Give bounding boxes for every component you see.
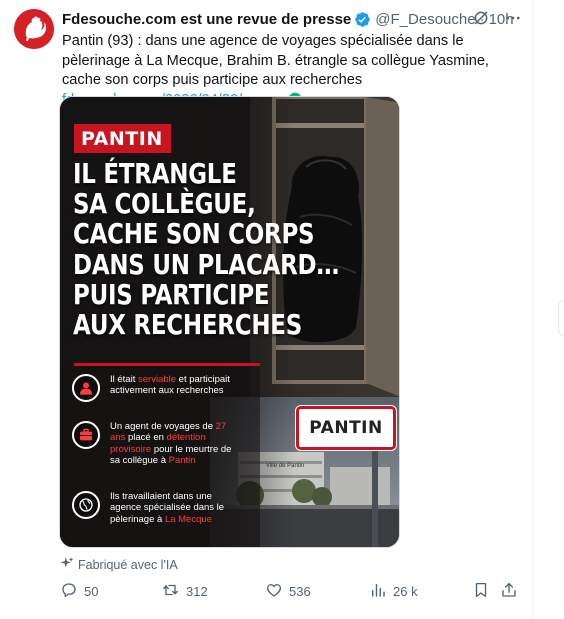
headline-line: PUIS PARTICIPE (73, 277, 270, 311)
person-icon (72, 374, 100, 402)
sign-pole (372, 449, 378, 547)
views-count: 26 k (393, 583, 418, 599)
reply-button[interactable]: 50 (60, 580, 98, 602)
ai-label-text: Fabriqué avec l'IA (78, 557, 178, 572)
like-count: 536 (289, 583, 311, 599)
retweet-count: 312 (186, 583, 208, 599)
media-fact-text: Un agent de voyages de 27 ans placé en d… (110, 421, 240, 467)
fact-highlight: La Mecque (164, 513, 212, 525)
column-divider (532, 0, 533, 619)
tweet-body: Pantin (93) : dans une agence de voyages… (62, 33, 489, 88)
headline-line: AUX RECHERCHES (73, 308, 303, 342)
headline-line: DANS UN PLACARD… (73, 247, 340, 281)
tweet-header: Fdesouche.com est une revue de presse @F… (62, 9, 522, 29)
author-handle[interactable]: @F_Desouche (375, 11, 475, 28)
views-icon (369, 581, 387, 602)
tweet-actions: 50 312 536 26 k (60, 580, 522, 602)
heart-icon (265, 581, 283, 602)
avatar[interactable] (14, 9, 54, 49)
building-sign: Ville de Pantin (265, 463, 305, 469)
share-button[interactable] (500, 580, 518, 602)
briefcase-icon (72, 421, 100, 449)
fact-highlight: serviable (138, 374, 177, 385)
media-fact-2: Un agent de voyages de 27 ans placé en d… (72, 421, 240, 467)
headline-line: IL ÉTRANGLE (73, 157, 237, 190)
more-icon[interactable] (504, 9, 522, 31)
reply-count: 50 (84, 583, 99, 599)
ai-label: Fabriqué avec l'IA (60, 556, 178, 573)
media-fact-1: Il était serviable et participait active… (72, 374, 240, 402)
share-icon (500, 581, 518, 602)
verified-badge-icon (354, 11, 371, 28)
town-sign: PANTIN (296, 406, 396, 450)
media-tag: PANTIN (74, 124, 171, 153)
rooster-logo (14, 9, 54, 49)
globe-icon (72, 491, 100, 519)
sparkle-icon (60, 556, 74, 573)
media-headline: IL ÉTRANGLE SA COLLÈGUE, CACHE SON CORPS… (73, 157, 340, 342)
tweet-media-image[interactable]: PANTIN IL ÉTRANGLE SA COLLÈGUE, CACHE SO… (59, 96, 400, 548)
grok-icon[interactable] (472, 9, 490, 31)
retweet-icon (161, 581, 180, 602)
fact-text: placé en (125, 432, 167, 444)
reply-icon (60, 581, 78, 602)
bookmark-button[interactable] (472, 580, 490, 602)
media-divider (74, 363, 260, 366)
headline-line: CACHE SON CORPS (73, 217, 315, 251)
views-button[interactable]: 26 k (369, 580, 418, 602)
side-panel-edge (558, 300, 564, 336)
fact-text: Un agent de voyages de (110, 421, 216, 432)
like-button[interactable]: 536 (265, 580, 311, 602)
fact-text: Il était (110, 374, 138, 385)
fact-highlight: Pantin (168, 455, 196, 467)
media-fact-text: Il était serviable et participait active… (110, 374, 240, 397)
tweet[interactable]: Fdesouche.com est une revue de presse @F… (0, 0, 532, 619)
author-name[interactable]: Fdesouche.com est une revue de presse (62, 11, 351, 28)
headline-line: SA COLLÈGUE, (73, 187, 256, 221)
bookmark-icon (472, 581, 490, 602)
media-fact-3: Ils travaillaient dans une agence spécia… (72, 491, 240, 525)
retweet-button[interactable]: 312 (161, 580, 208, 602)
media-fact-text: Ils travaillaient dans une agence spécia… (110, 491, 240, 525)
